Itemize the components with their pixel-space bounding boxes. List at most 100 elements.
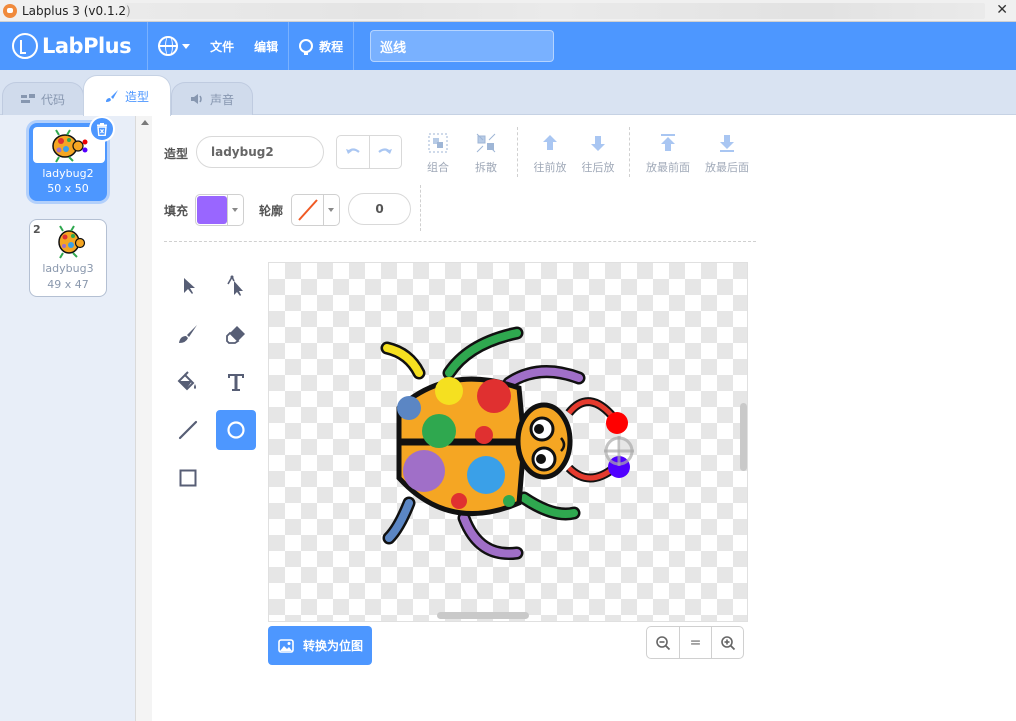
- text-icon: [228, 374, 244, 391]
- group-icon: [428, 133, 448, 153]
- forward-label: 往前放: [533, 161, 567, 174]
- edit-menu[interactable]: 编辑: [244, 22, 288, 70]
- logo-text: LabPlus: [42, 34, 132, 58]
- canvas-vertical-scrollbar[interactable]: [740, 403, 747, 471]
- costume-name-label: 造型: [164, 147, 189, 161]
- arrow-down-icon: [591, 136, 605, 151]
- image-icon: [278, 638, 294, 653]
- canvas-horizontal-scrollbar[interactable]: [437, 612, 529, 619]
- costume-size: 50 x 50: [47, 182, 89, 195]
- project-title-input[interactable]: 巡线: [370, 30, 555, 62]
- redo-icon: [378, 148, 393, 154]
- labplus-logo[interactable]: LabPlus: [12, 22, 132, 70]
- arrow-top-icon: [661, 134, 675, 151]
- chevron-down-icon: [323, 195, 337, 225]
- reshape-icon: [227, 275, 243, 296]
- forward-button[interactable]: 往前放: [530, 132, 570, 175]
- arrow-bottom-icon: [720, 135, 734, 152]
- undo-button[interactable]: [337, 136, 369, 168]
- zoom-out-icon: [656, 635, 671, 650]
- zoom-reset-label: =: [689, 634, 702, 651]
- costume-name-input[interactable]: ladybug2: [196, 136, 324, 168]
- brush-icon: [179, 325, 197, 343]
- text-tool[interactable]: [216, 362, 256, 402]
- scroll-up-arrow-icon[interactable]: [141, 120, 149, 125]
- select-tool[interactable]: [168, 266, 208, 306]
- tab-costumes-label: 造型: [124, 89, 149, 104]
- back-button[interactable]: 放最后面: [701, 132, 753, 175]
- brush-icon: [105, 90, 118, 102]
- tab-costumes[interactable]: 造型: [83, 75, 171, 116]
- reshape-tool[interactable]: [216, 266, 256, 306]
- app-icon: [3, 3, 17, 18]
- zoom-in-button[interactable]: [711, 627, 743, 658]
- costume-size: 49 x 47: [47, 278, 89, 291]
- toolbar-divider: [164, 241, 756, 242]
- tutorials-label: 教程: [319, 39, 344, 54]
- no-color-icon: [298, 199, 318, 221]
- file-menu[interactable]: 文件: [200, 22, 244, 70]
- logo-icon: [12, 33, 38, 59]
- editor-tabs: 代码 造型 声音: [0, 70, 1016, 116]
- arrow-up-icon: [543, 135, 557, 150]
- zoom-reset-button[interactable]: =: [679, 627, 711, 658]
- eraser-icon: [226, 326, 245, 344]
- convert-to-bitmap-button[interactable]: 转换为位图: [268, 626, 372, 665]
- delete-costume-button[interactable]: [89, 116, 115, 142]
- group-button[interactable]: 组合: [418, 132, 458, 175]
- outline-none-swatch: [293, 196, 323, 224]
- arrow-cursor-icon: [184, 278, 195, 294]
- ungroup-button[interactable]: 拆散: [466, 132, 506, 175]
- ladybug-costume: [380, 326, 634, 561]
- brush-tool[interactable]: [168, 314, 208, 354]
- ungroup-icon: [476, 133, 496, 153]
- language-menu[interactable]: [148, 22, 200, 70]
- paint-canvas[interactable]: [268, 262, 748, 622]
- chevron-down-icon: [182, 43, 191, 49]
- menu-bar: LabPlus 文件 编辑 教程 巡线: [0, 22, 1016, 70]
- backward-label: 往后放: [581, 161, 615, 174]
- backward-button[interactable]: 往后放: [578, 132, 618, 175]
- outline-color-picker[interactable]: [291, 194, 340, 226]
- paint-bucket-icon: [177, 371, 196, 391]
- fill-color-picker[interactable]: [195, 194, 244, 226]
- undo-icon: [345, 148, 360, 154]
- menu-separator: [353, 22, 355, 70]
- costume-name: ladybug3: [42, 262, 94, 275]
- line-icon: [178, 420, 198, 440]
- stroke-width-input[interactable]: 0: [348, 193, 411, 225]
- costume-number: 2: [33, 223, 41, 236]
- background-tabs: [125, 3, 985, 19]
- close-icon[interactable]: ✕: [996, 2, 1008, 18]
- zoom-controls: =: [646, 626, 744, 659]
- group-label: 组合: [427, 161, 449, 174]
- toolbar-separator: [420, 185, 421, 231]
- tab-sounds[interactable]: 声音: [171, 82, 253, 115]
- tab-code-label: 代码: [40, 92, 65, 107]
- globe-icon: [158, 36, 179, 56]
- tab-sounds-label: 声音: [209, 92, 234, 107]
- convert-to-bitmap-label: 转换为位图: [303, 639, 364, 653]
- circle-tool[interactable]: [216, 410, 256, 450]
- fill-tool[interactable]: [168, 362, 208, 402]
- costume-list-scrollbar[interactable]: [135, 115, 152, 721]
- front-button[interactable]: 放最前面: [642, 132, 694, 175]
- fill-color-swatch: [197, 196, 227, 224]
- eraser-tool[interactable]: [216, 314, 256, 354]
- costume-item[interactable]: 2 ladybug3 49 x 47: [29, 219, 107, 297]
- trash-icon: [97, 122, 107, 136]
- outline-label: 轮廓: [259, 204, 284, 218]
- circle-icon: [227, 421, 245, 439]
- window-titlebar: Labplus 3 (v0.1.2) ✕: [0, 0, 1016, 22]
- window-title: Labplus 3 (v0.1.2): [22, 3, 131, 18]
- costume-number: 1: [33, 127, 41, 140]
- tab-code[interactable]: 代码: [2, 82, 84, 115]
- chevron-down-icon: [227, 195, 241, 225]
- redo-button[interactable]: [368, 136, 401, 168]
- zoom-out-button[interactable]: [647, 627, 679, 658]
- rectangle-tool[interactable]: [168, 458, 208, 498]
- tutorials-menu[interactable]: 教程: [289, 22, 353, 70]
- line-tool[interactable]: [168, 410, 208, 450]
- ungroup-label: 拆散: [475, 161, 497, 174]
- rectangle-icon: [179, 469, 197, 487]
